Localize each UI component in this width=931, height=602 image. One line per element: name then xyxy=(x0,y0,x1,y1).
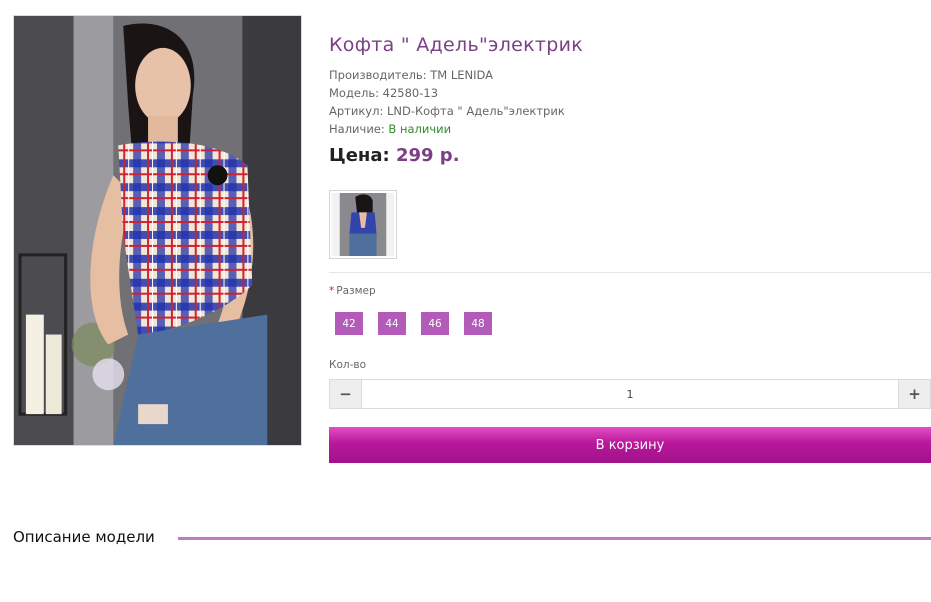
product-meta: Производитель: TM LENIDA Модель: 42580-1… xyxy=(329,66,565,138)
product-photo-illustration xyxy=(14,16,301,445)
product-main-image[interactable] xyxy=(13,15,302,446)
required-mark: * xyxy=(329,285,335,297)
section-divider-line xyxy=(178,537,931,540)
quantity-input[interactable] xyxy=(362,380,898,408)
size-option-42[interactable]: 42 xyxy=(335,312,363,335)
product-thumbnail[interactable] xyxy=(329,190,397,259)
size-options: 42 44 46 48 xyxy=(335,312,492,335)
quantity-decrease-button[interactable]: − xyxy=(330,380,362,408)
size-label-text: Размер xyxy=(336,285,376,297)
size-option-46[interactable]: 46 xyxy=(421,312,449,335)
product-title: Кофта " Адель"электрик xyxy=(329,34,584,56)
options-divider xyxy=(329,272,931,273)
availability-label: Наличие: xyxy=(329,122,389,136)
availability-status: В наличии xyxy=(388,122,452,136)
sku-text: Артикул: LND-Кофта " Адель"электрик xyxy=(329,104,565,118)
thumbnail-illustration xyxy=(332,193,394,256)
description-heading: Описание модели xyxy=(13,528,163,546)
quantity-label: Кол-во xyxy=(329,359,366,371)
size-option-44[interactable]: 44 xyxy=(378,312,406,335)
add-to-cart-button[interactable]: В корзину xyxy=(329,427,931,463)
price-label: Цена: xyxy=(329,145,396,166)
plus-icon: + xyxy=(908,385,921,403)
size-label: * Размер xyxy=(329,285,376,297)
model-text: Модель: 42580-13 xyxy=(329,86,439,100)
quantity-stepper: − + xyxy=(329,379,931,409)
price: Цена: 299 р. xyxy=(329,145,460,166)
availability-row: Наличие: В наличии xyxy=(329,120,565,138)
size-option-48[interactable]: 48 xyxy=(464,312,492,335)
minus-icon: − xyxy=(339,385,352,403)
quantity-increase-button[interactable]: + xyxy=(898,380,930,408)
price-value: 299 р. xyxy=(395,145,460,166)
manufacturer-text: Производитель: TM LENIDA xyxy=(329,68,494,82)
